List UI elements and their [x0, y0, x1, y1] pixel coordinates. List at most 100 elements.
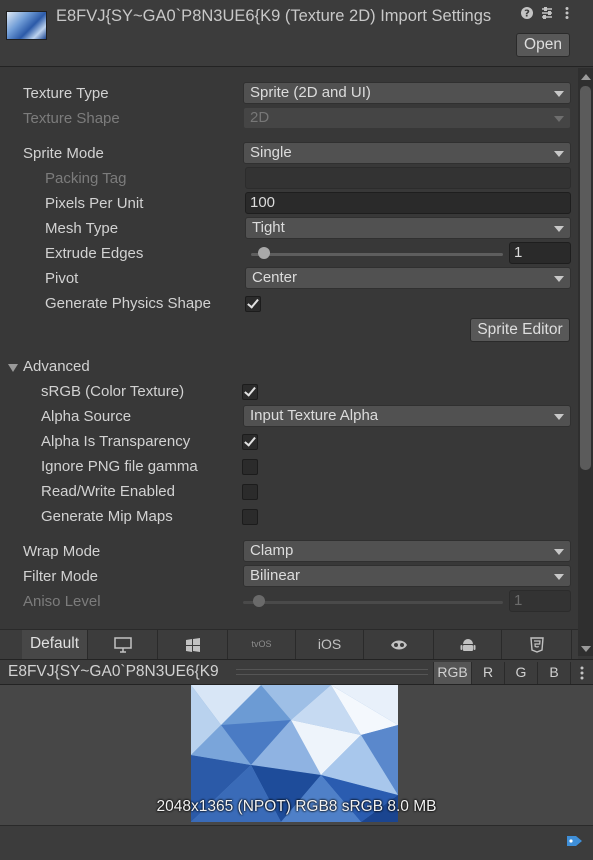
aniso-level-slider-knob	[252, 595, 265, 607]
srgb-label: sRGB (Color Texture)	[41, 383, 185, 400]
preview-resize-grip[interactable]	[236, 669, 428, 675]
sprite-mode-value: Single	[250, 144, 292, 161]
srgb-checkbox[interactable]	[242, 384, 258, 400]
tab-windows[interactable]	[158, 630, 228, 660]
tab-tvos[interactable]: tvOS	[228, 630, 296, 660]
checkmark-icon	[244, 384, 256, 397]
inspector-title: E8FVJ{SY~GA0`P8N3UE6{K9 (Texture 2D) Imp…	[56, 7, 492, 25]
filter-mode-label: Filter Mode	[23, 568, 99, 585]
html5-icon	[529, 637, 544, 653]
chevron-down-icon	[554, 151, 564, 157]
sprite-mode-dropdown[interactable]: Single	[243, 142, 571, 164]
scroll-up-arrow-icon[interactable]	[581, 74, 591, 80]
scrollbar-thumb[interactable]	[580, 86, 591, 470]
texture-shape-dropdown: 2D	[243, 107, 571, 129]
aniso-level-field: 1	[509, 590, 571, 612]
foldout-arrow-icon[interactable]	[8, 364, 18, 372]
mesh-type-label: Mesh Type	[45, 220, 119, 237]
windows-icon	[185, 638, 200, 652]
pixels-per-unit-label: Pixels Per Unit	[45, 195, 144, 212]
read-write-label: Read/Write Enabled	[41, 483, 175, 500]
texture-type-dropdown[interactable]: Sprite (2D and UI)	[243, 82, 571, 104]
texture-shape-label: Texture Shape	[23, 110, 120, 127]
chevron-down-icon	[554, 414, 564, 420]
generate-mip-maps-checkbox[interactable]	[242, 509, 258, 525]
channel-r-button[interactable]: R	[471, 662, 504, 684]
advanced-foldout-label[interactable]: Advanced	[23, 357, 90, 377]
texture-type-value: Sprite (2D and UI)	[250, 84, 371, 101]
sprite-editor-button[interactable]: Sprite Editor	[470, 318, 570, 342]
alpha-is-transparency-label: Alpha Is Transparency	[41, 433, 191, 450]
alpha-source-value: Input Texture Alpha	[250, 407, 379, 424]
alpha-is-transparency-checkbox[interactable]	[242, 434, 258, 450]
svg-text:?: ?	[524, 9, 530, 20]
chevron-down-icon	[554, 116, 564, 122]
read-write-checkbox[interactable]	[242, 484, 258, 500]
chevron-down-icon	[554, 574, 564, 580]
extrude-edges-slider-track[interactable]	[251, 253, 503, 256]
platform-tabs: Default tvOS iOS	[0, 629, 578, 660]
scroll-down-arrow-icon[interactable]	[581, 646, 591, 652]
sprite-mode-label: Sprite Mode	[23, 145, 104, 162]
aniso-level-slider-track	[243, 601, 503, 604]
inspector-scrollbar[interactable]	[578, 68, 593, 656]
wrap-mode-dropdown[interactable]: Clamp	[243, 540, 571, 562]
tab-default[interactable]: Default	[22, 630, 88, 660]
packing-tag-field	[245, 167, 571, 189]
pivot-value: Center	[252, 269, 298, 286]
checkmark-icon	[244, 434, 256, 447]
open-button[interactable]: Open	[516, 33, 570, 57]
checkmark-icon	[247, 296, 259, 309]
kebab-menu-icon[interactable]	[559, 6, 575, 24]
filter-mode-value: Bilinear	[250, 567, 301, 584]
tab-html5[interactable]	[502, 630, 572, 660]
mesh-type-value: Tight	[252, 219, 285, 236]
channel-b-button[interactable]: B	[537, 662, 570, 684]
texture-preview-area: 2048x1365 (NPOT) RGB8 sRGB 8.0 MB	[0, 685, 593, 825]
chevron-down-icon	[554, 91, 564, 97]
aniso-level-label: Aniso Level	[23, 593, 101, 610]
extrude-edges-field[interactable]: 1	[509, 242, 571, 264]
preview-asset-name: E8FVJ{SY~GA0`P8N3UE6{K9	[8, 663, 219, 680]
label-tag-icon[interactable]	[566, 834, 584, 848]
alpha-source-label: Alpha Source	[41, 408, 132, 425]
tab-webgl[interactable]	[364, 630, 434, 660]
pixels-per-unit-field[interactable]: 100	[245, 192, 571, 214]
tab-ios[interactable]: iOS	[296, 630, 364, 660]
chevron-down-icon	[554, 276, 564, 282]
preview-kebab-menu-icon[interactable]	[570, 662, 593, 684]
packing-tag-label: Packing Tag	[45, 170, 127, 187]
wrap-mode-label: Wrap Mode	[23, 543, 101, 560]
asset-labels-bar	[0, 825, 593, 860]
help-icon[interactable]: ?	[519, 6, 535, 24]
preset-icon[interactable]	[539, 6, 555, 24]
ignore-png-gamma-checkbox[interactable]	[242, 459, 258, 475]
channel-rgb-button[interactable]: RGB	[433, 662, 471, 684]
monitor-icon	[113, 637, 132, 653]
extrude-edges-slider-knob[interactable]	[257, 247, 270, 259]
texture-shape-value: 2D	[250, 109, 270, 126]
alpha-source-dropdown[interactable]: Input Texture Alpha	[243, 405, 571, 427]
texture-info-text: 2048x1365 (NPOT) RGB8 sRGB 8.0 MB	[156, 798, 437, 815]
texture-type-label: Texture Type	[23, 85, 109, 102]
pivot-label: Pivot	[45, 270, 79, 287]
chevron-down-icon	[554, 549, 564, 555]
ignore-png-gamma-label: Ignore PNG file gamma	[41, 458, 198, 475]
pivot-dropdown[interactable]: Center	[245, 267, 571, 289]
android-icon	[460, 639, 475, 651]
preview-toolbar: E8FVJ{SY~GA0`P8N3UE6{K9 RGB R G B	[0, 659, 593, 685]
chevron-down-icon	[554, 226, 564, 232]
texture-thumbnail	[6, 11, 47, 40]
import-settings-panel: Texture Type Sprite (2D and UI) Texture …	[0, 68, 578, 656]
channel-g-button[interactable]: G	[504, 662, 537, 684]
generate-mip-maps-label: Generate Mip Maps	[41, 508, 173, 525]
generate-physics-shape-label: Generate Physics Shape	[45, 295, 211, 312]
tab-android[interactable]	[434, 630, 502, 660]
webgl-icon	[390, 640, 407, 650]
mesh-type-dropdown[interactable]: Tight	[245, 217, 571, 239]
inspector-header: E8FVJ{SY~GA0`P8N3UE6{K9 (Texture 2D) Imp…	[0, 0, 593, 67]
extrude-edges-label: Extrude Edges	[45, 245, 144, 262]
generate-physics-shape-checkbox[interactable]	[245, 296, 261, 312]
filter-mode-dropdown[interactable]: Bilinear	[243, 565, 571, 587]
tab-standalone[interactable]	[88, 630, 158, 660]
